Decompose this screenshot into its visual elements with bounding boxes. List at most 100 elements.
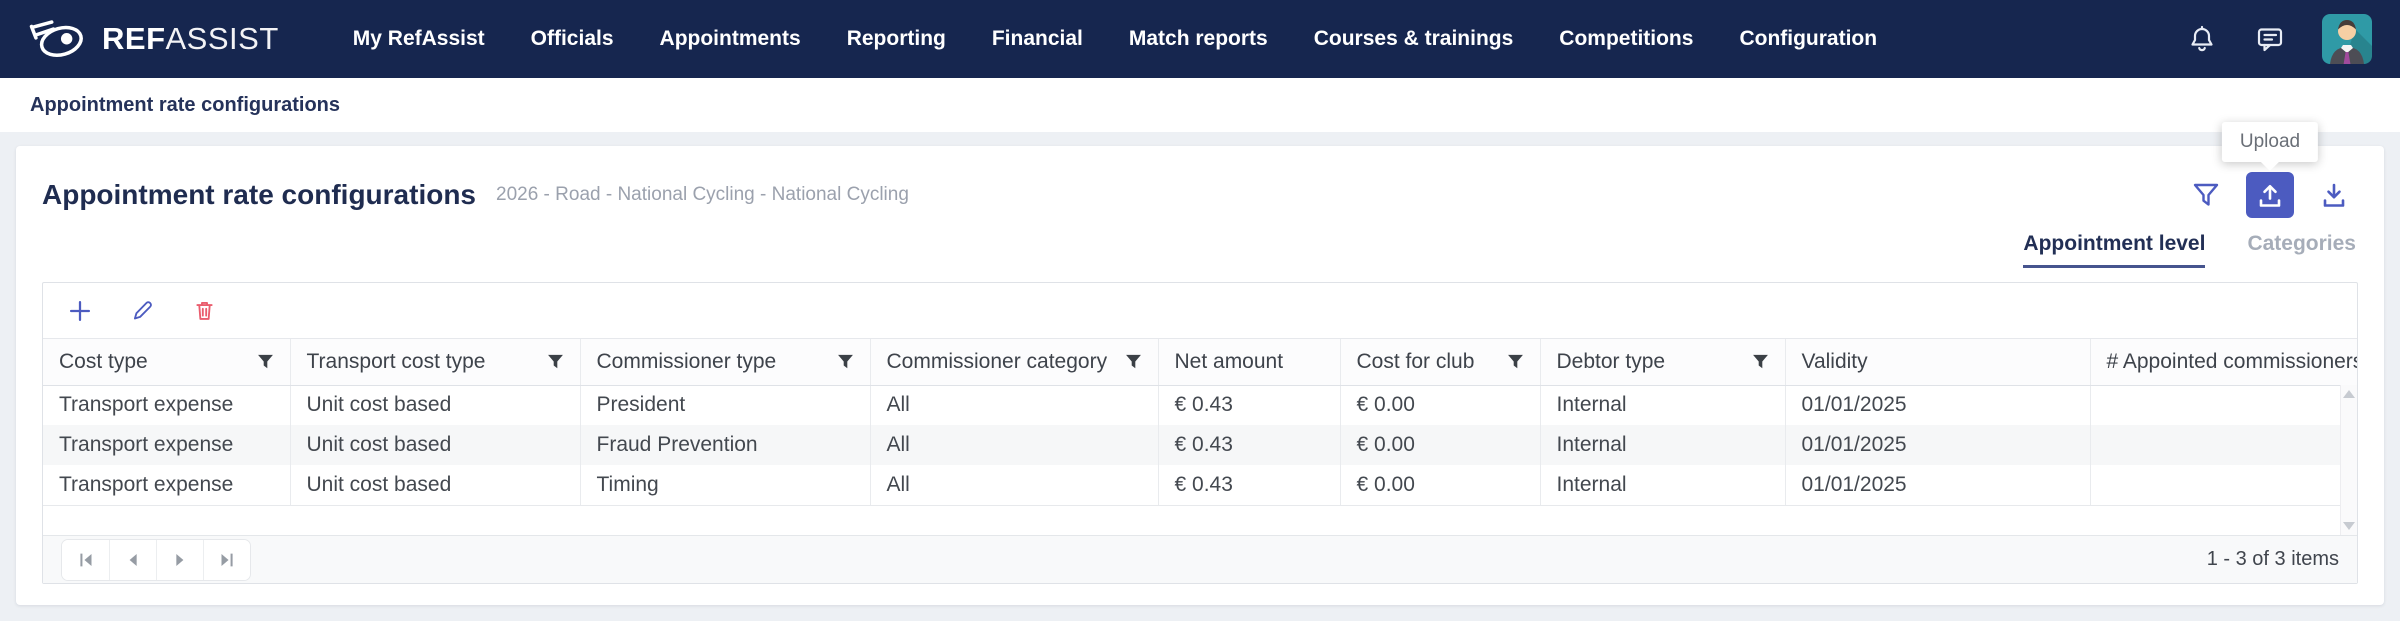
- grid-body: Cost type Transport cost type Commissioner…: [43, 339, 2357, 535]
- table-cell[interactable]: 01/01/2025: [1785, 425, 2090, 465]
- table-cell[interactable]: Transport expense: [43, 465, 290, 505]
- table-cell[interactable]: € 0.00: [1340, 425, 1540, 465]
- nav-item-appointments[interactable]: Appointments: [660, 27, 801, 51]
- table-cell[interactable]: [2090, 425, 2357, 465]
- appointment-rate-card: Appointment rate configurations 2026 - R…: [16, 146, 2384, 605]
- column-header-debtor-type[interactable]: Debtor type: [1540, 339, 1785, 385]
- table-cell[interactable]: Fraud Prevention: [580, 425, 870, 465]
- table-row[interactable]: Transport expenseUnit cost basedTimingAl…: [43, 465, 2357, 505]
- scroll-up-icon[interactable]: [2343, 390, 2355, 398]
- bell-icon[interactable]: [2186, 23, 2218, 55]
- edit-button[interactable]: [127, 296, 157, 326]
- page-title: Appointment rate configurations: [42, 179, 476, 211]
- column-header-transport-cost-type[interactable]: Transport cost type: [290, 339, 580, 385]
- column-label: # Appointed commissioners: [2107, 350, 2358, 374]
- tab-categories[interactable]: Categories: [2247, 232, 2356, 268]
- table-cell[interactable]: All: [870, 465, 1158, 505]
- grid-toolbar: [43, 283, 2357, 339]
- first-page-button[interactable]: [62, 540, 109, 580]
- table-cell[interactable]: 01/01/2025: [1785, 465, 2090, 505]
- chat-icon[interactable]: [2254, 23, 2286, 55]
- pager-info: 1 - 3 of 3 items: [2207, 548, 2339, 571]
- column-header-commissioner-type[interactable]: Commissioner type: [580, 339, 870, 385]
- breadcrumb[interactable]: Appointment rate configurations: [30, 94, 340, 117]
- table-cell[interactable]: [2090, 385, 2357, 425]
- breadcrumb-bar: Appointment rate configurations: [0, 78, 2400, 132]
- filter-icon[interactable]: [1507, 353, 1524, 370]
- whistle-logo-icon: [28, 14, 86, 65]
- nav-item-my-refassist[interactable]: My RefAssist: [353, 27, 485, 51]
- table-cell[interactable]: € 0.43: [1158, 385, 1340, 425]
- table-cell[interactable]: Internal: [1540, 385, 1785, 425]
- nav-item-competitions[interactable]: Competitions: [1559, 27, 1693, 51]
- vertical-scrollbar[interactable]: [2340, 385, 2357, 535]
- nav-item-courses-trainings[interactable]: Courses & trainings: [1314, 27, 1514, 51]
- pager-buttons: [61, 539, 251, 581]
- filter-button[interactable]: [2182, 172, 2230, 218]
- nav-item-match-reports[interactable]: Match reports: [1129, 27, 1268, 51]
- column-header--appointed-commissioners[interactable]: # Appointed commissioners: [2090, 339, 2357, 385]
- table-cell[interactable]: € 0.00: [1340, 385, 1540, 425]
- column-label: Validity: [1802, 350, 1868, 374]
- nav-item-configuration[interactable]: Configuration: [1739, 27, 1877, 51]
- table-cell[interactable]: € 0.43: [1158, 465, 1340, 505]
- scroll-down-icon[interactable]: [2343, 522, 2355, 530]
- table-cell[interactable]: Unit cost based: [290, 465, 580, 505]
- nav-item-financial[interactable]: Financial: [992, 27, 1083, 51]
- next-page-button[interactable]: [156, 540, 203, 580]
- refresh-button[interactable]: [2118, 172, 2166, 218]
- column-label: Cost for club: [1357, 350, 1475, 374]
- download-button[interactable]: [2310, 172, 2358, 218]
- table-cell[interactable]: President: [580, 385, 870, 425]
- delete-button[interactable]: [189, 296, 219, 326]
- filter-icon[interactable]: [547, 353, 564, 370]
- table-cell[interactable]: Timing: [580, 465, 870, 505]
- upload-tooltip: Upload: [2222, 122, 2318, 162]
- table-cell[interactable]: Internal: [1540, 465, 1785, 505]
- pager: 1 - 3 of 3 items: [43, 535, 2357, 583]
- logo-text: REFASSIST: [102, 21, 279, 57]
- column-header-cost-type[interactable]: Cost type: [43, 339, 290, 385]
- column-header-cost-for-club[interactable]: Cost for club: [1340, 339, 1540, 385]
- previous-page-button[interactable]: [109, 540, 156, 580]
- table-cell[interactable]: € 0.00: [1340, 465, 1540, 505]
- last-page-button[interactable]: [203, 540, 250, 580]
- column-label: Transport cost type: [307, 350, 486, 374]
- tab-appointment-level[interactable]: Appointment level: [2023, 232, 2205, 268]
- table-cell[interactable]: [2090, 465, 2357, 505]
- table-cell[interactable]: All: [870, 425, 1158, 465]
- nav-item-reporting[interactable]: Reporting: [847, 27, 946, 51]
- table-cell[interactable]: Unit cost based: [290, 425, 580, 465]
- top-navbar: REFASSIST My RefAssist Officials Appointme…: [0, 0, 2400, 78]
- tabs: Appointment level Categories: [16, 232, 2384, 268]
- column-header-commissioner-category[interactable]: Commissioner category: [870, 339, 1158, 385]
- table-cell[interactable]: Unit cost based: [290, 385, 580, 425]
- rates-grid: Cost type Transport cost type Commissioner…: [42, 282, 2358, 584]
- add-button[interactable]: [65, 296, 95, 326]
- column-label: Cost type: [59, 350, 148, 374]
- column-header-validity[interactable]: Validity: [1785, 339, 2090, 385]
- column-label: Commissioner type: [597, 350, 777, 374]
- nav-right: [2186, 14, 2372, 64]
- table-cell[interactable]: All: [870, 385, 1158, 425]
- column-label: Debtor type: [1557, 350, 1666, 374]
- column-header-net-amount[interactable]: Net amount: [1158, 339, 1340, 385]
- header-row: Cost type Transport cost type Commissioner…: [43, 339, 2357, 385]
- nav-item-officials[interactable]: Officials: [531, 27, 614, 51]
- table-cell[interactable]: Transport expense: [43, 425, 290, 465]
- user-avatar[interactable]: [2322, 14, 2372, 64]
- filter-icon[interactable]: [837, 353, 854, 370]
- upload-button[interactable]: Upload: [2246, 172, 2294, 218]
- table-cell[interactable]: € 0.43: [1158, 425, 1340, 465]
- table-row[interactable]: Transport expenseUnit cost basedFraud Pr…: [43, 425, 2357, 465]
- filter-icon[interactable]: [1125, 353, 1142, 370]
- filter-icon[interactable]: [257, 353, 274, 370]
- app-logo[interactable]: REFASSIST: [28, 14, 279, 65]
- nav-menu: My RefAssist Officials Appointments Reporti…: [353, 27, 1877, 51]
- filter-icon[interactable]: [1752, 353, 1769, 370]
- table-row[interactable]: Transport expenseUnit cost basedPresiden…: [43, 385, 2357, 425]
- table-cell[interactable]: 01/01/2025: [1785, 385, 2090, 425]
- table-cell[interactable]: Transport expense: [43, 385, 290, 425]
- column-label: Net amount: [1175, 350, 1284, 374]
- table-cell[interactable]: Internal: [1540, 425, 1785, 465]
